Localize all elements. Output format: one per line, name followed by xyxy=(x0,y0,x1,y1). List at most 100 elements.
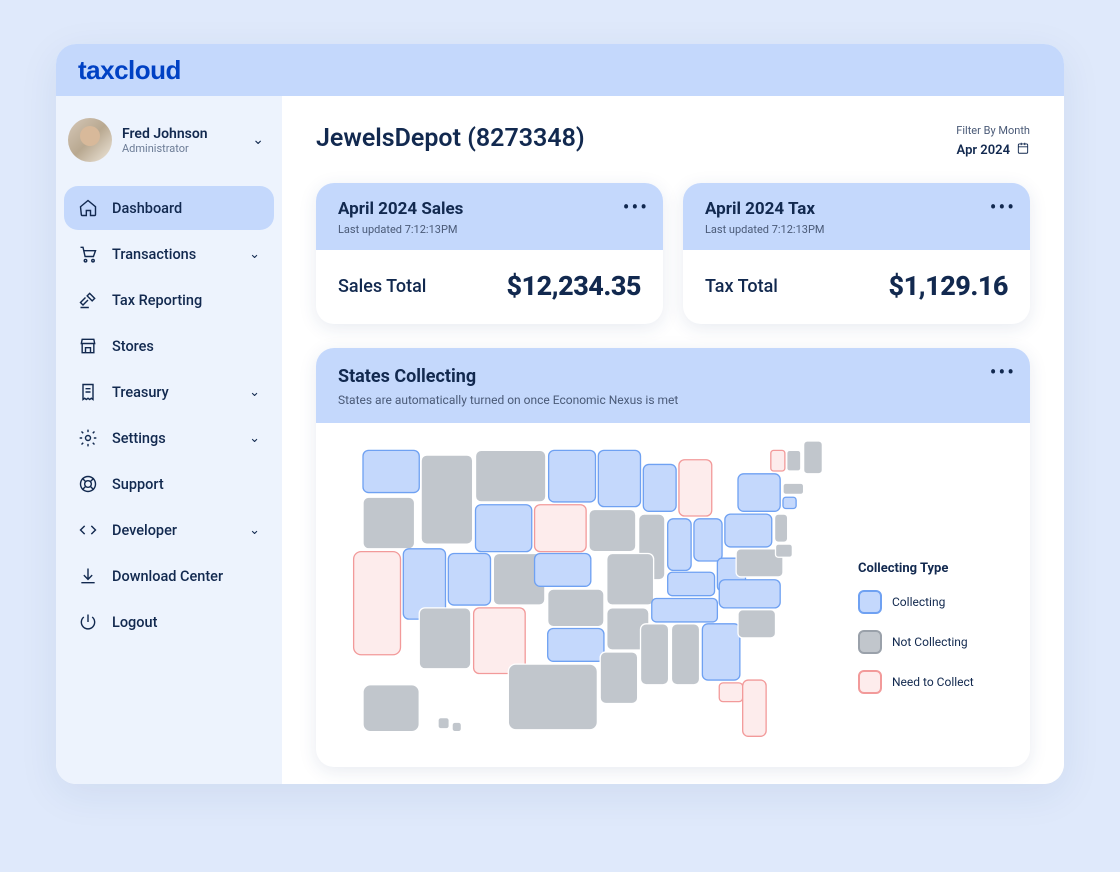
state-SC xyxy=(738,610,776,638)
filter-value-text: Apr 2024 xyxy=(957,143,1010,158)
nav-label: Support xyxy=(112,476,164,493)
card-menu-button[interactable]: ••• xyxy=(623,197,649,217)
state-IA xyxy=(589,509,636,551)
cart-icon xyxy=(78,244,98,264)
code-icon xyxy=(78,520,98,540)
chevron-down-icon: ⌄ xyxy=(252,132,264,148)
state-VT xyxy=(771,450,785,471)
legend-title: Collecting Type xyxy=(858,561,1008,576)
state-ME xyxy=(804,441,823,474)
page-title: JewelsDepot (8273348) xyxy=(316,124,585,153)
nav-label: Settings xyxy=(112,430,166,447)
card-menu-button[interactable]: ••• xyxy=(990,197,1016,217)
power-icon xyxy=(78,612,98,632)
sales-card: April 2024 Sales Last updated 7:12:13PM … xyxy=(316,183,663,324)
state-LA xyxy=(600,652,638,704)
chevron-down-icon: ⌄ xyxy=(249,247,260,262)
swatch-need-icon xyxy=(858,670,882,694)
metric-value: $12,234.35 xyxy=(506,270,641,302)
tax-card: April 2024 Tax Last updated 7:12:13PM ••… xyxy=(683,183,1030,324)
state-OR xyxy=(363,497,415,549)
sidebar: Fred Johnson Administrator ⌄ Dashboard T… xyxy=(56,96,282,784)
nav-support[interactable]: Support xyxy=(64,462,274,506)
state-CT xyxy=(783,497,796,508)
state-WA xyxy=(363,450,419,492)
state-NE xyxy=(535,554,591,587)
state-MO xyxy=(607,554,654,606)
nav-label: Dashboard xyxy=(112,200,182,217)
card-title: April 2024 Tax xyxy=(705,199,1008,219)
nav-transactions[interactable]: Transactions ⌄ xyxy=(64,232,274,276)
state-HI2 xyxy=(452,722,461,731)
titlebar: taxcloud xyxy=(56,44,1064,96)
state-CA xyxy=(354,552,401,655)
nav-label: Stores xyxy=(112,338,154,355)
gavel-icon xyxy=(78,290,98,310)
legend-collecting: Collecting xyxy=(858,590,1008,614)
nav-label: Transactions xyxy=(112,246,196,263)
nav-settings[interactable]: Settings ⌄ xyxy=(64,416,274,460)
main-content: JewelsDepot (8273348) Filter By Month Ap… xyxy=(282,96,1064,784)
chevron-down-icon: ⌄ xyxy=(249,431,260,446)
metric-label: Sales Total xyxy=(338,276,426,297)
storefront-icon xyxy=(78,336,98,356)
state-KY xyxy=(668,572,715,595)
legend-not-collecting: Not Collecting xyxy=(858,630,1008,654)
profile-role: Administrator xyxy=(122,142,242,155)
nav-label: Developer xyxy=(112,522,177,539)
profile-name: Fred Johnson xyxy=(122,126,242,142)
state-OK xyxy=(548,629,604,662)
nav: Dashboard Transactions ⌄ Tax Reporting xyxy=(64,186,274,644)
map-legend: Collecting Type Collecting Not Collectin… xyxy=(858,441,1008,745)
state-TN xyxy=(652,599,718,622)
state-AL xyxy=(671,624,699,685)
state-ND xyxy=(549,450,596,502)
nav-label: Tax Reporting xyxy=(112,292,202,309)
nav-label: Download Center xyxy=(112,568,223,585)
swatch-collecting-icon xyxy=(858,590,882,614)
state-MA xyxy=(783,483,804,494)
state-MD xyxy=(776,544,793,557)
state-PA xyxy=(725,514,772,547)
card-subtitle: Last updated 7:12:13PM xyxy=(338,223,641,236)
nav-label: Logout xyxy=(112,614,157,631)
state-NJ xyxy=(775,514,788,542)
nav-treasury[interactable]: Treasury ⌄ xyxy=(64,370,274,414)
card-menu-button[interactable]: ••• xyxy=(990,362,1016,382)
state-IN xyxy=(668,519,691,571)
state-TX xyxy=(508,664,597,730)
download-icon xyxy=(78,566,98,586)
state-GA xyxy=(702,624,740,680)
state-UT xyxy=(448,554,490,606)
nav-dashboard[interactable]: Dashboard xyxy=(64,186,274,230)
lifebuoy-icon xyxy=(78,474,98,494)
nav-label: Treasury xyxy=(112,384,169,401)
profile-switcher[interactable]: Fred Johnson Administrator ⌄ xyxy=(64,112,274,176)
calendar-icon xyxy=(1016,141,1030,159)
state-WY xyxy=(476,505,532,552)
gear-icon xyxy=(78,428,98,448)
month-filter[interactable]: Apr 2024 xyxy=(956,141,1030,159)
us-map[interactable] xyxy=(338,441,838,745)
swatch-not-collecting-icon xyxy=(858,630,882,654)
chevron-down-icon: ⌄ xyxy=(249,523,260,538)
state-MN xyxy=(598,450,640,506)
avatar xyxy=(68,118,112,162)
nav-download-center[interactable]: Download Center xyxy=(64,554,274,598)
state-MT xyxy=(476,450,546,502)
state-FL-panhandle xyxy=(719,683,742,702)
card-subtitle: States are automatically turned on once … xyxy=(338,393,1008,407)
card-subtitle: Last updated 7:12:13PM xyxy=(705,223,1008,236)
card-title: April 2024 Sales xyxy=(338,199,641,219)
nav-tax-reporting[interactable]: Tax Reporting xyxy=(64,278,274,322)
nav-stores[interactable]: Stores xyxy=(64,324,274,368)
state-WI xyxy=(643,464,676,511)
card-title: States Collecting xyxy=(338,366,1008,387)
nav-developer[interactable]: Developer ⌄ xyxy=(64,508,274,552)
state-AK xyxy=(363,685,419,732)
state-OH xyxy=(694,519,722,561)
metric-label: Tax Total xyxy=(705,276,778,297)
nav-logout[interactable]: Logout xyxy=(64,600,274,644)
state-KS xyxy=(548,589,604,627)
state-MS xyxy=(641,624,669,685)
